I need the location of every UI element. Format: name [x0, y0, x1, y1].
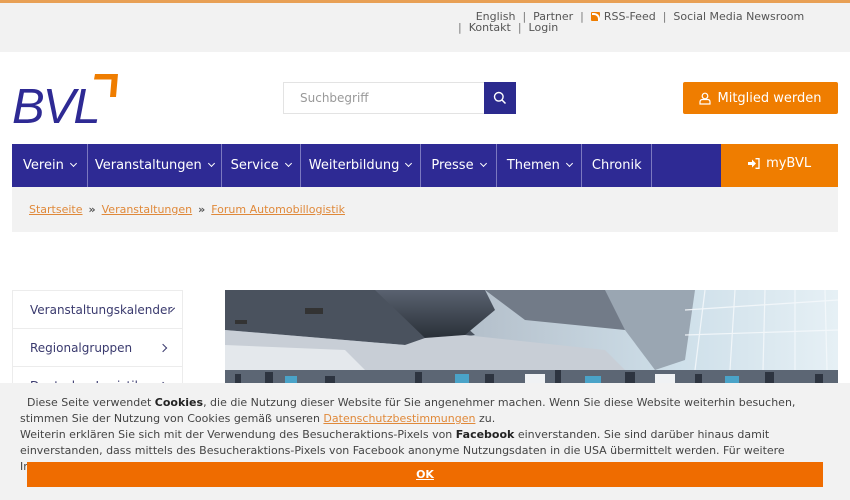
divider: | [580, 10, 584, 23]
nav-item-presse[interactable]: Presse [421, 144, 498, 187]
breadcrumb-separator-icon: » [88, 203, 96, 216]
top-links: |English|Partner|RSS-Feed|Social Media N… [458, 11, 838, 33]
sidebar-item-veranstaltungskalender[interactable]: Veranstaltungskalender [13, 291, 182, 329]
nav-item-weiterbildung[interactable]: Weiterbildung [301, 144, 421, 187]
top-link-login[interactable]: Login [529, 21, 559, 34]
sidebar-item-label: Regionalgruppen [30, 340, 133, 355]
rss-icon [590, 12, 600, 21]
search-input[interactable] [283, 82, 484, 114]
search-button[interactable] [484, 82, 516, 114]
breadcrumb: Startseite » Veranstaltungen » Forum Aut… [12, 187, 838, 232]
nav-label: Verein [23, 158, 64, 173]
nav-label: Veranstaltungen [94, 158, 202, 173]
mybvl-button[interactable]: myBVL [721, 144, 839, 187]
top-link-kontakt[interactable]: Kontakt [469, 21, 511, 34]
page: |English|Partner|RSS-Feed|Social Media N… [0, 0, 850, 500]
chevron-down-icon [565, 159, 573, 168]
search-box [283, 82, 516, 114]
nav-item-chronik[interactable]: Chronik [582, 144, 653, 187]
breadcrumb-startseite[interactable]: Startseite [29, 203, 83, 216]
bvl-logo[interactable]: BVL [12, 72, 122, 134]
sidebar-item-label: Veranstaltungskalender [30, 302, 173, 317]
top-link-social-media-newsroom[interactable]: Social Media Newsroom [673, 10, 804, 23]
chevron-right-icon [158, 343, 168, 352]
chevron-down-icon [69, 159, 77, 168]
main-nav: Verein Veranstaltungen Service Weiterbil… [12, 144, 839, 187]
divider: | [458, 21, 462, 34]
mybvl-label: myBVL [766, 156, 812, 171]
nav-label: Weiterbildung [308, 158, 400, 173]
nav-item-verein[interactable]: Verein [12, 144, 88, 187]
chevron-down-icon [207, 159, 215, 168]
bvl-logo-icon: BVL [12, 74, 118, 134]
nav-label: Service [230, 158, 279, 173]
cookie-ok-button[interactable]: OK [27, 462, 823, 487]
svg-text:BVL: BVL [12, 80, 99, 128]
hero-image [225, 290, 838, 390]
become-member-label: Mitglied werden [717, 90, 822, 106]
sidebar-item-regionalgruppen[interactable]: Regionalgruppen [13, 329, 182, 367]
user-icon [699, 92, 712, 105]
privacy-policy-link[interactable]: Datenschutzbestimmungen [323, 412, 475, 425]
nav-item-veranstaltungen[interactable]: Veranstaltungen [88, 144, 222, 187]
nav-label: Chronik [591, 158, 642, 173]
ok-label: OK [416, 468, 434, 481]
sign-in-icon [748, 158, 760, 169]
divider: | [662, 10, 667, 23]
divider: | [517, 21, 522, 34]
breadcrumb-veranstaltungen[interactable]: Veranstaltungen [102, 203, 193, 216]
breadcrumb-forum-automobillogistik[interactable]: Forum Automobillogistik [211, 203, 345, 216]
search-icon [493, 91, 507, 105]
nav-label: Themen [506, 158, 560, 173]
hero-photo [225, 290, 838, 390]
chevron-down-icon [284, 159, 292, 168]
cookie-paragraph-1: Diese Seite verwendet Cookies, die die N… [20, 396, 796, 425]
top-bar: |English|Partner|RSS-Feed|Social Media N… [0, 0, 850, 52]
top-link-rss[interactable]: RSS-Feed [590, 10, 656, 23]
nav-label: Presse [431, 158, 474, 173]
become-member-button[interactable]: Mitglied werden [683, 82, 838, 114]
chevron-down-icon [479, 159, 487, 168]
nav-item-service[interactable]: Service [222, 144, 301, 187]
breadcrumb-separator-icon: » [198, 203, 206, 216]
cookie-banner: Diese Seite verwendet Cookies, die die N… [0, 383, 850, 500]
nav-item-themen[interactable]: Themen [497, 144, 583, 187]
rss-label: RSS-Feed [603, 10, 656, 23]
chevron-down-icon [405, 159, 413, 168]
